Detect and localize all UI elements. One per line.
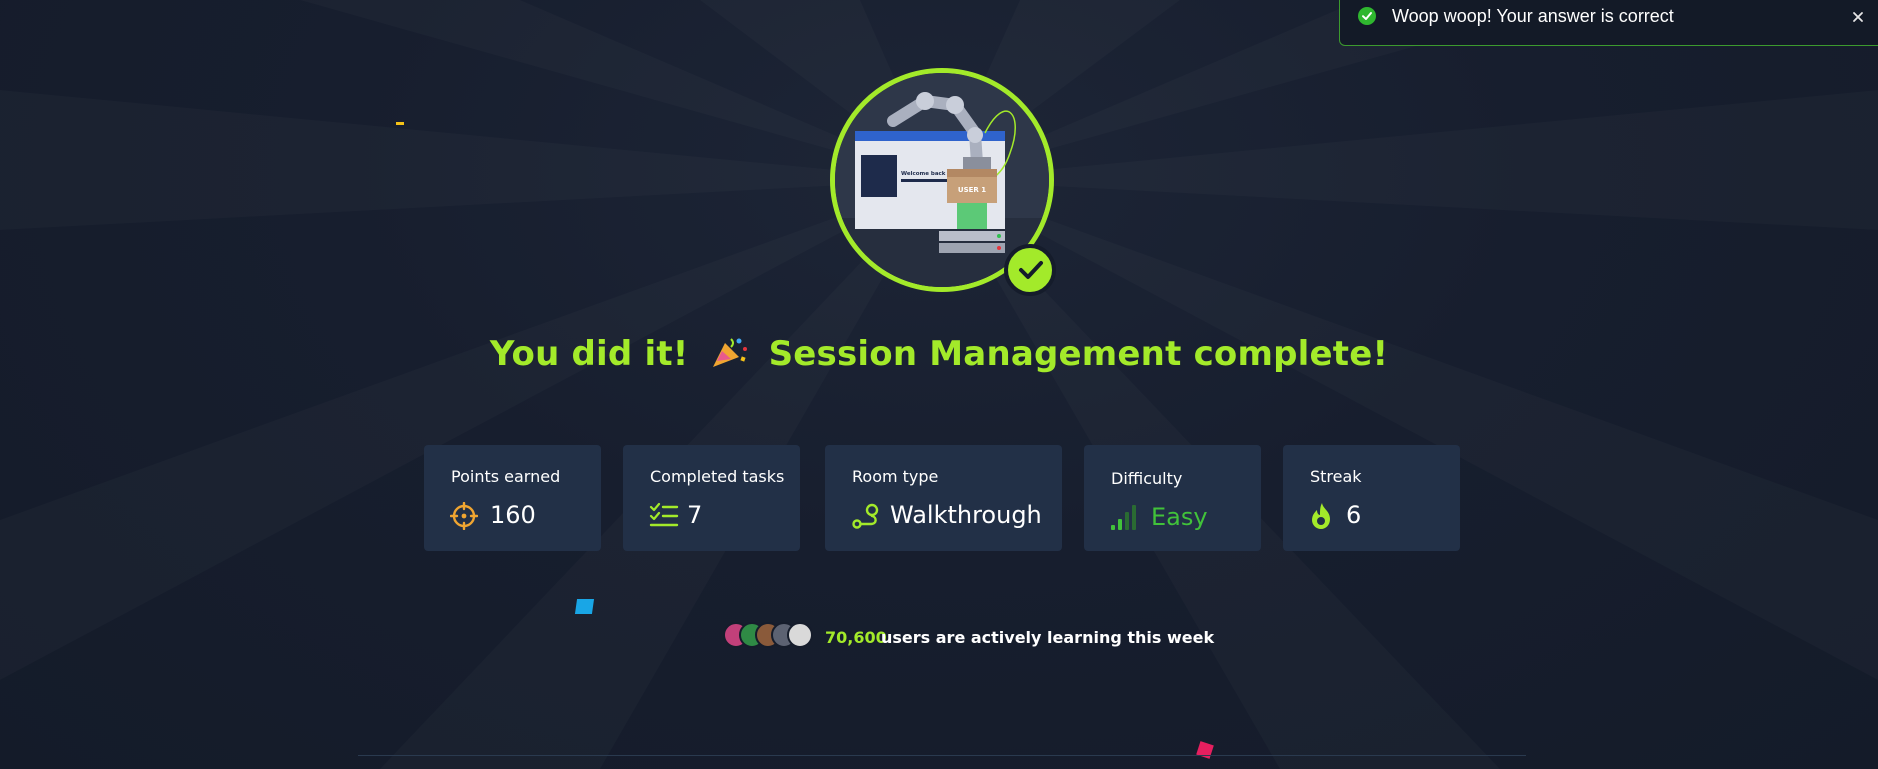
confetti-blue — [574, 599, 595, 614]
stat-value: 7 — [687, 501, 703, 529]
stat-card-room-type: Room type Walkthrough — [825, 445, 1062, 551]
stat-label: Completed tasks — [650, 467, 785, 486]
stat-label: Points earned — [451, 467, 561, 486]
checkmark-icon — [1004, 244, 1056, 296]
signal-bars-icon — [1110, 503, 1140, 536]
task-list-icon — [649, 502, 679, 533]
avatar — [787, 622, 813, 648]
route-icon — [851, 502, 881, 535]
stat-value: Easy — [1151, 503, 1208, 531]
stat-card-difficulty: Difficulty Easy — [1084, 445, 1261, 551]
stat-card-points: Points earned 160 — [424, 445, 601, 551]
room-badge-illustration: Welcome back "USER" USER 1 — [830, 68, 1056, 296]
stat-value: 6 — [1346, 501, 1362, 529]
success-toast: Woop woop! Your answer is correct — [1339, 0, 1878, 46]
stat-value: Walkthrough — [890, 501, 1042, 529]
section-divider — [358, 755, 1526, 756]
stat-card-streak: Streak 6 — [1283, 445, 1460, 551]
active-users-text: users are actively learning this week — [881, 628, 1215, 647]
close-icon[interactable] — [1848, 7, 1868, 27]
toast-message: Woop woop! Your answer is correct — [1392, 6, 1674, 26]
stat-card-tasks: Completed tasks 7 — [623, 445, 800, 551]
active-users-count: 70,600 — [825, 628, 887, 647]
stat-value: 160 — [490, 501, 536, 529]
headline-part1: You did it! — [489, 334, 689, 374]
stat-label: Difficulty — [1111, 469, 1183, 488]
headline-part2: Session Management complete! — [768, 334, 1389, 374]
completion-headline: You did it! Session Management complete! — [0, 334, 1878, 374]
svg-text:USER 1: USER 1 — [958, 186, 986, 194]
completion-page: Woop woop! Your answer is correct Welcom… — [0, 0, 1878, 769]
flame-icon — [1309, 502, 1335, 535]
target-icon — [449, 501, 479, 535]
stat-label: Streak — [1310, 467, 1362, 486]
check-circle-icon — [1358, 7, 1376, 25]
stat-label: Room type — [852, 467, 939, 486]
confetti-yellow — [396, 122, 404, 125]
party-popper-icon — [709, 335, 749, 369]
